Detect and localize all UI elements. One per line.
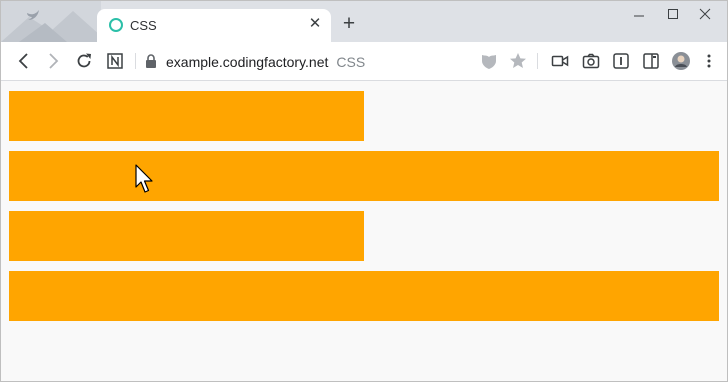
screenshot-extension-button[interactable] [581, 51, 601, 71]
bookmark-button[interactable] [508, 51, 528, 71]
new-tab-button[interactable]: + [339, 12, 359, 35]
lock-icon [146, 54, 156, 68]
page-content [1, 81, 727, 381]
title-bar: CSS ✕ + [1, 1, 727, 42]
shield-icon [482, 55, 496, 69]
browser-window: CSS ✕ + example.codingfactory.net CSS [0, 0, 728, 382]
profile-button[interactable] [671, 51, 691, 71]
orange-box-3 [9, 211, 364, 261]
menu-button[interactable] [699, 51, 719, 71]
shield-extension-button[interactable] [479, 51, 499, 71]
forward-button[interactable] [43, 51, 63, 71]
sidebar-icon [643, 53, 659, 69]
close-window-icon [699, 8, 711, 20]
ring-icon [109, 18, 123, 32]
video-extension-button[interactable] [550, 51, 570, 71]
notion-icon [107, 53, 123, 69]
maximize-button[interactable] [659, 5, 687, 25]
orange-box-4 [9, 271, 719, 321]
orange-box-2 [9, 151, 719, 201]
url-page-title: CSS [336, 54, 366, 70]
orange-box-1 [9, 91, 364, 141]
kebab-menu-icon [707, 54, 711, 68]
plus-icon: + [342, 12, 356, 35]
close-window-button[interactable] [691, 5, 719, 25]
back-button[interactable] [14, 51, 34, 71]
minimize-button[interactable] [625, 5, 653, 25]
reader-mode-icon [613, 53, 629, 69]
url-domain: example.codingfactory.net [166, 54, 329, 70]
mouse-cursor-icon [135, 164, 153, 193]
minimize-icon [634, 15, 644, 17]
camera-icon [582, 53, 600, 69]
address-bar[interactable]: example.codingfactory.net CSS [166, 54, 365, 70]
theme-artwork [1, 1, 101, 42]
reload-button[interactable] [74, 51, 94, 71]
tab-css[interactable]: CSS ✕ [97, 9, 331, 42]
star-icon [510, 53, 526, 68]
divider [537, 53, 538, 69]
forward-arrow-icon [49, 53, 59, 69]
notion-extension-button[interactable] [105, 51, 125, 71]
sidebar-button[interactable] [641, 51, 661, 71]
video-camera-icon [551, 55, 569, 67]
profile-avatar [672, 52, 690, 70]
reader-mode-button[interactable] [611, 51, 631, 71]
reload-icon [77, 53, 91, 68]
toolbar: example.codingfactory.net CSS [1, 42, 727, 81]
close-icon[interactable]: ✕ [307, 16, 323, 32]
maximize-icon [668, 9, 678, 19]
divider [135, 53, 136, 69]
back-arrow-icon [18, 53, 28, 69]
tab-title: CSS [130, 18, 157, 33]
